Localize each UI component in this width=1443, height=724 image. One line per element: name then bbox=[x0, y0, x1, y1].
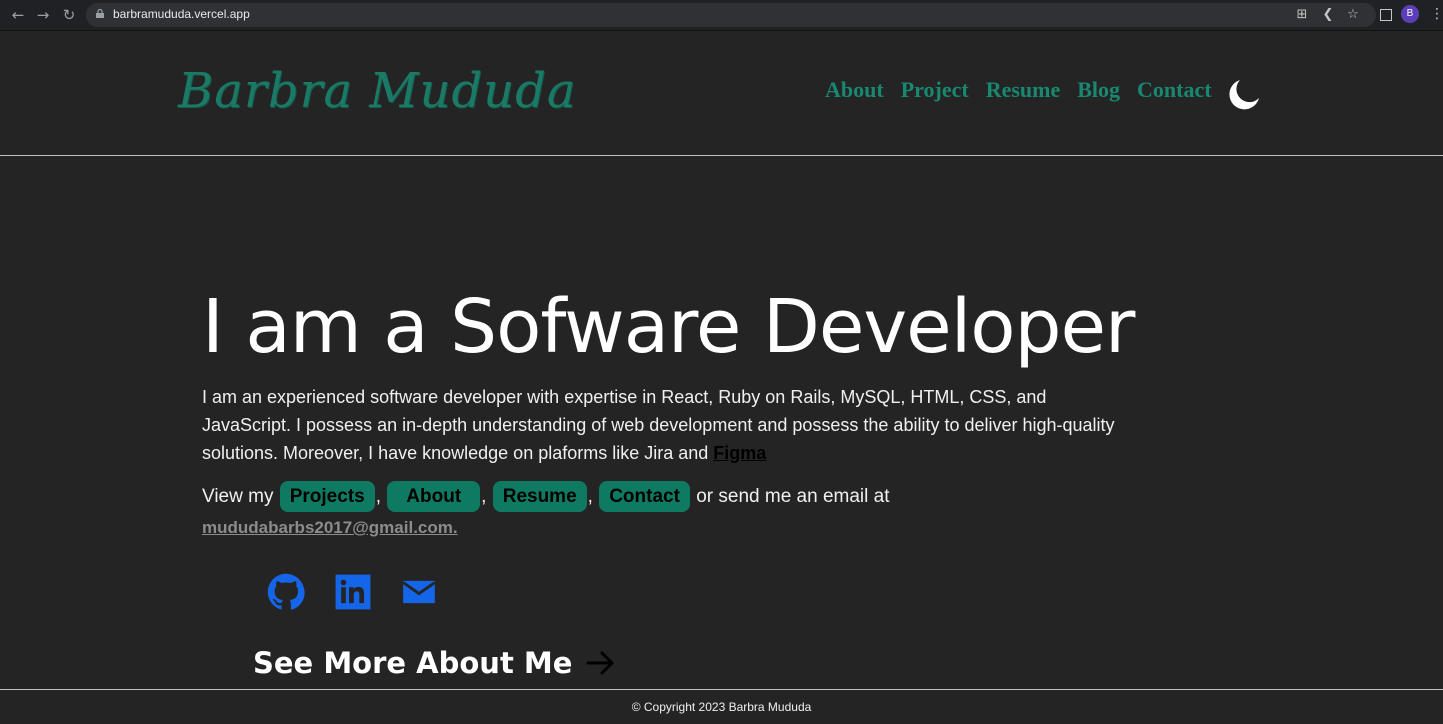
nav-resume[interactable]: Resume bbox=[986, 77, 1061, 103]
view-my-label: View my bbox=[202, 486, 274, 507]
lock-icon bbox=[96, 9, 104, 18]
see-more-link[interactable]: See More About Me bbox=[253, 646, 616, 680]
about-button[interactable]: About bbox=[387, 481, 481, 513]
email-link[interactable]: mududabarbs2017@gmail.com. bbox=[202, 518, 458, 538]
linkedin-icon[interactable] bbox=[333, 573, 373, 611]
forward-arrow-icon[interactable]: → bbox=[33, 5, 53, 25]
arrow-right-icon bbox=[586, 651, 614, 675]
hero-title: I am a Sofware Developer bbox=[202, 284, 1135, 370]
intro-text: I am an experienced software developer w… bbox=[202, 387, 1115, 463]
more-icon[interactable]: ⋮ bbox=[1430, 6, 1443, 22]
contact-button[interactable]: Contact bbox=[599, 481, 690, 513]
site-header: Barbra Mududa About Project Resume Blog … bbox=[0, 31, 1443, 156]
nav-project[interactable]: Project bbox=[901, 77, 969, 103]
resume-button[interactable]: Resume bbox=[492, 481, 587, 513]
share-icon[interactable]: ❮ bbox=[1320, 7, 1336, 23]
browser-toolbar: ← → ↻ barbramududa.vercel.app ⊞ ❮ ☆ B ⋮ bbox=[0, 0, 1443, 31]
main-nav: About Project Resume Blog Contact bbox=[825, 77, 1212, 103]
see-more-label: See More About Me bbox=[253, 646, 573, 680]
nav-about[interactable]: About bbox=[825, 77, 884, 103]
side-panel-icon[interactable] bbox=[1380, 9, 1392, 21]
github-icon[interactable] bbox=[266, 573, 306, 611]
figma-link[interactable]: Figma bbox=[713, 443, 766, 463]
nav-contact[interactable]: Contact bbox=[1137, 77, 1212, 103]
copyright-text: © Copyright 2023 Barbra Mududa bbox=[631, 700, 812, 714]
mail-icon[interactable] bbox=[399, 573, 439, 611]
address-bar[interactable]: barbramududa.vercel.app ⊞ ❮ ☆ bbox=[86, 3, 1376, 27]
star-icon[interactable]: ☆ bbox=[1345, 7, 1361, 23]
intro-paragraph: I am an experienced software developer w… bbox=[202, 383, 1132, 467]
profile-avatar[interactable]: B bbox=[1401, 5, 1419, 23]
install-icon[interactable]: ⊞ bbox=[1294, 7, 1310, 23]
back-arrow-icon[interactable]: ← bbox=[8, 5, 28, 25]
reload-icon[interactable]: ↻ bbox=[59, 5, 79, 25]
projects-button[interactable]: Projects bbox=[279, 481, 375, 513]
url-text: barbramududa.vercel.app bbox=[113, 7, 250, 21]
moon-icon[interactable] bbox=[1226, 76, 1262, 112]
site-logo[interactable]: Barbra Mududa bbox=[178, 63, 576, 119]
site-footer: © Copyright 2023 Barbra Mududa bbox=[0, 689, 1443, 721]
email-prefix: or send me an email at bbox=[690, 486, 890, 507]
cta-line: View my Projects, About, Resume, Contact… bbox=[202, 481, 1102, 513]
nav-blog[interactable]: Blog bbox=[1077, 77, 1120, 103]
